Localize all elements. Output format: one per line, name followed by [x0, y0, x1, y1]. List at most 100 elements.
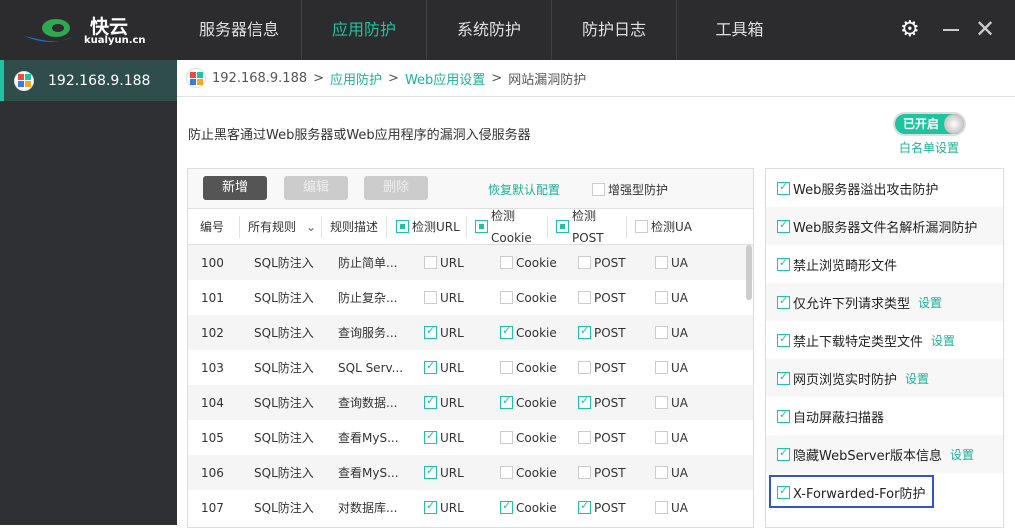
check-url[interactable]: URL: [404, 394, 484, 410]
table-row[interactable]: 101 SQL防注入 防止复杂... URL Cookie POST UA: [188, 280, 753, 315]
checkbox[interactable]: [578, 431, 591, 444]
check-cookie[interactable]: Cookie: [484, 394, 564, 410]
table-scrollbar[interactable]: [746, 245, 752, 300]
option-item[interactable]: 自动屏蔽扫描器: [766, 397, 1003, 435]
tab-protection-log[interactable]: 防护日志: [552, 0, 677, 60]
checkbox[interactable]: [578, 466, 591, 479]
breadcrumb-app-protection[interactable]: 应用防护: [330, 69, 382, 88]
option-settings-link[interactable]: 设置: [905, 370, 929, 387]
check-post[interactable]: POST: [564, 324, 645, 340]
check-ua[interactable]: UA: [645, 501, 721, 515]
table-row[interactable]: 106 SQL防注入 查看MyS... URL Cookie POST UA: [188, 455, 753, 490]
checkbox[interactable]: [777, 218, 790, 233]
checkbox[interactable]: [655, 501, 668, 514]
checkbox[interactable]: [578, 394, 591, 409]
option-settings-link[interactable]: 设置: [931, 332, 955, 349]
check-cookie[interactable]: Cookie: [484, 361, 564, 375]
checkbox[interactable]: [578, 291, 591, 304]
breadcrumb-web-settings[interactable]: Web应用设置: [405, 69, 485, 88]
checkbox[interactable]: [500, 256, 513, 269]
table-row[interactable]: 100 SQL防注入 防止简单... URL Cookie POST UA: [188, 245, 753, 280]
checkbox[interactable]: [424, 359, 437, 374]
checkbox[interactable]: [475, 220, 488, 233]
checkbox[interactable]: [424, 499, 437, 514]
tab-toolbox[interactable]: 工具箱: [677, 0, 802, 60]
tab-system-protection[interactable]: 系统防护: [427, 0, 552, 60]
check-url[interactable]: URL: [404, 324, 484, 340]
check-post[interactable]: POST: [564, 431, 645, 445]
table-row[interactable]: 107 SQL防注入 对数据库... URL Cookie POST UA: [188, 490, 753, 525]
checkbox[interactable]: [578, 256, 591, 269]
checkbox[interactable]: [777, 180, 790, 195]
checkbox[interactable]: [500, 466, 513, 479]
check-url[interactable]: URL: [404, 464, 484, 480]
checkbox[interactable]: [500, 394, 513, 409]
checkbox[interactable]: [424, 324, 437, 339]
checkbox[interactable]: [655, 256, 668, 269]
check-ua[interactable]: UA: [645, 326, 721, 340]
enhanced-protection-checkbox[interactable]: 增强型防护: [592, 181, 668, 198]
tab-app-protection[interactable]: 应用防护: [302, 0, 427, 60]
checkbox[interactable]: [578, 499, 591, 514]
check-cookie[interactable]: Cookie: [484, 431, 564, 445]
close-icon[interactable]: ✕: [975, 16, 995, 42]
checkbox[interactable]: [424, 291, 437, 304]
checkbox[interactable]: [500, 361, 513, 374]
table-row[interactable]: 103 SQL防注入 SQL Serv... URL Cookie POST UA: [188, 350, 753, 385]
check-url[interactable]: URL: [404, 291, 484, 305]
delete-button[interactable]: 删除: [364, 176, 428, 200]
check-ua[interactable]: UA: [645, 256, 721, 270]
checkbox[interactable]: [500, 291, 513, 304]
check-cookie[interactable]: Cookie: [484, 256, 564, 270]
checkbox[interactable]: [777, 332, 790, 347]
check-post[interactable]: POST: [564, 466, 645, 480]
check-ua[interactable]: UA: [645, 466, 721, 480]
restore-default-link[interactable]: 恢复默认配置: [488, 181, 560, 198]
checkbox[interactable]: [777, 446, 790, 461]
check-cookie[interactable]: Cookie: [484, 291, 564, 305]
checkbox[interactable]: [777, 408, 790, 423]
whitelist-settings-link[interactable]: 白名单设置: [899, 139, 959, 156]
checkbox[interactable]: [424, 464, 437, 479]
header-check-cookie[interactable]: 检测Cookie: [467, 209, 548, 245]
table-row[interactable]: 105 SQL防注入 查看MyS... URL Cookie POST UA: [188, 420, 753, 455]
checkbox[interactable]: [578, 361, 591, 374]
check-post[interactable]: POST: [564, 499, 645, 515]
option-item[interactable]: Web服务器溢出攻击防护: [766, 169, 1003, 207]
checkbox[interactable]: [592, 183, 605, 196]
table-row[interactable]: 104 SQL防注入 查询数据... URL Cookie POST UA: [188, 385, 753, 420]
checkbox[interactable]: [556, 220, 569, 233]
option-item[interactable]: 隐藏WebServer版本信息设置: [766, 435, 1003, 473]
protection-toggle[interactable]: 已开启: [893, 112, 966, 136]
option-item[interactable]: 禁止下载特定类型文件设置: [766, 321, 1003, 359]
checkbox[interactable]: [655, 361, 668, 374]
check-post[interactable]: POST: [564, 394, 645, 410]
check-ua[interactable]: UA: [645, 291, 721, 305]
check-cookie[interactable]: Cookie: [484, 499, 564, 515]
checkbox[interactable]: [655, 466, 668, 479]
checkbox[interactable]: [424, 394, 437, 409]
checkbox[interactable]: [655, 396, 668, 409]
check-ua[interactable]: UA: [645, 431, 721, 445]
checkbox[interactable]: [777, 370, 790, 385]
checkbox[interactable]: [396, 220, 409, 233]
checkbox[interactable]: [500, 431, 513, 444]
rule-filter-dropdown[interactable]: 所有规则 ⌄: [240, 215, 322, 238]
option-item[interactable]: 网页浏览实时防护设置: [766, 359, 1003, 397]
checkbox[interactable]: [655, 431, 668, 444]
tab-server-info[interactable]: 服务器信息: [177, 0, 302, 60]
check-post[interactable]: POST: [564, 361, 645, 375]
option-settings-link[interactable]: 设置: [918, 294, 942, 311]
checkbox[interactable]: [424, 429, 437, 444]
check-post[interactable]: POST: [564, 291, 645, 305]
header-check-post[interactable]: 检测POST: [548, 209, 627, 245]
checkbox[interactable]: [635, 220, 648, 233]
table-row[interactable]: 102 SQL防注入 查询服务... URL Cookie POST UA: [188, 315, 753, 350]
option-settings-link[interactable]: 设置: [950, 446, 974, 463]
checkbox[interactable]: [500, 499, 513, 514]
check-url[interactable]: URL: [404, 359, 484, 375]
checkbox[interactable]: [655, 326, 668, 339]
check-url[interactable]: URL: [404, 256, 484, 270]
add-button[interactable]: 新增: [203, 176, 267, 200]
minimize-icon[interactable]: [943, 29, 959, 31]
